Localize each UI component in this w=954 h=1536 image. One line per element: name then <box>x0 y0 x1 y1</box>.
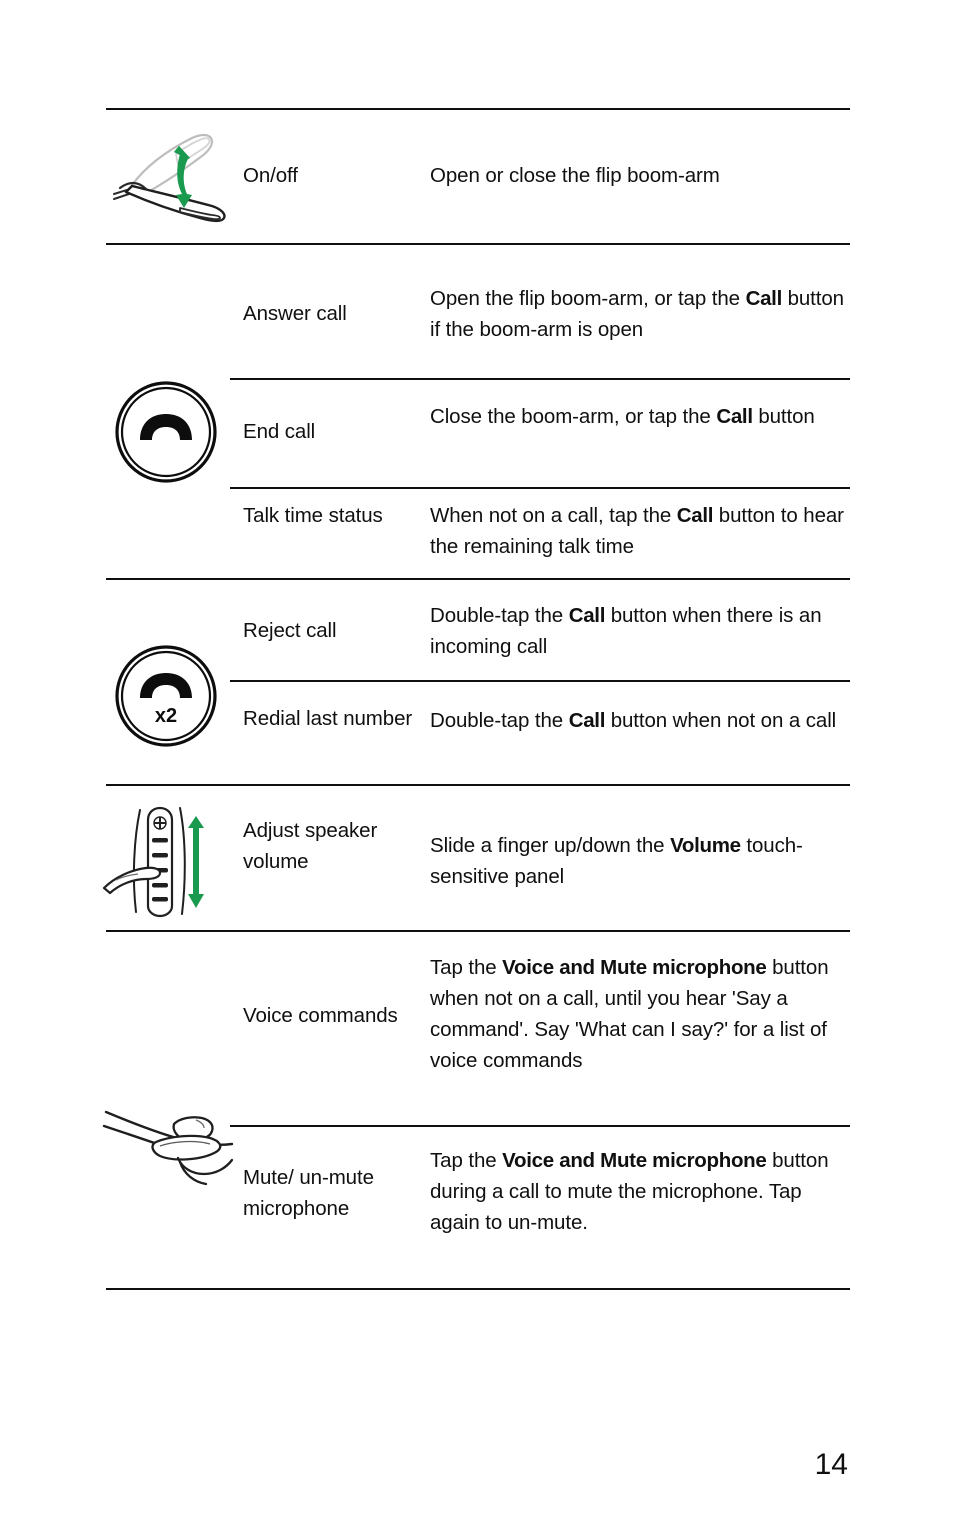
description-end-call: Close the boom-arm, or tap the Call butt… <box>430 401 855 432</box>
finger-tap-button-icon <box>98 1098 248 1208</box>
action-label-adjust-speaker-volume: Adjust speaker volume <box>243 819 378 873</box>
phone-handset-circle-icon <box>112 378 220 486</box>
description-emphasis-call: Call <box>568 709 606 732</box>
double-tap-badge-label: x2 <box>155 705 177 727</box>
description-emphasis-call: Call <box>568 604 606 627</box>
description-text-part: Double-tap the <box>430 604 569 627</box>
description-emphasis-voice-mute: Voice and Mute microphone <box>502 956 767 979</box>
finger-slide-volume-panel-icon <box>100 798 230 920</box>
action-label-on-off: On/off <box>243 164 298 187</box>
description-voice-commands: Tap the Voice and Mute microphone button… <box>430 952 830 1076</box>
action-label-end-call: End call <box>243 420 316 443</box>
description-emphasis-call: Call <box>676 504 714 527</box>
description-redial-last-number: Double-tap the Call button when not on a… <box>430 705 870 736</box>
divider-group-redial <box>106 784 850 786</box>
description-text-part: button when not on a call <box>605 709 837 732</box>
description-talk-time-status: When not on a call, tap the Call button … <box>430 500 870 562</box>
divider-row-answer-call <box>230 378 850 380</box>
divider-row-end-call <box>230 487 850 489</box>
divider-group-bottom <box>106 1288 850 1290</box>
divider-group-callgroup <box>106 578 850 580</box>
description-text-part: Tap the <box>430 956 503 979</box>
action-label-line: Mute/ un-mute microphone <box>243 1166 374 1220</box>
description-emphasis-call: Call <box>745 287 783 310</box>
action-label-reject-call: Reject call <box>243 619 337 642</box>
description-adjust-speaker-volume: Slide a finger up/down the Volume touch-… <box>430 830 870 892</box>
description-emphasis-volume: Volume <box>670 834 741 857</box>
divider-row-voice-cmds <box>230 1125 850 1127</box>
description-mute-unmute-microphone: Tap the Voice and Mute microphone button… <box>430 1145 845 1238</box>
description-text: Open or close the flip boom-arm <box>430 164 720 187</box>
description-text-part: button <box>752 405 815 428</box>
description-text-part: Close the boom-arm, or tap the <box>430 405 717 428</box>
description-answer-call: Open the flip boom-arm, or tap the Call … <box>430 283 855 345</box>
action-label-line: Voice commands <box>243 1004 398 1027</box>
divider-group-top <box>106 108 850 110</box>
description-text-part: Double-tap the <box>430 709 569 732</box>
action-label-redial-last-number: Redial last number <box>243 707 413 730</box>
phone-handset-double-tap-circle-icon: x2 <box>112 642 220 750</box>
description-text-part: Slide a finger up/down the <box>430 834 671 857</box>
divider-group-volume <box>106 930 850 932</box>
page-number: 14 <box>814 1448 848 1481</box>
action-label-mute-unmute-microphone: Mute/ un-mute microphone <box>243 1162 423 1224</box>
action-label-answer-call: Answer call <box>243 302 347 325</box>
description-on-off: Open or close the flip boom-arm <box>430 160 870 191</box>
manual-page: x2 On/off Open or close the flip boom-ar… <box>0 0 954 1536</box>
divider-row-reject-call <box>230 680 850 682</box>
headset-flip-boom-arm-icon <box>104 128 234 233</box>
description-reject-call: Double-tap the Call button when there is… <box>430 600 870 662</box>
description-emphasis-call: Call <box>716 405 753 428</box>
description-text-part: When not on a call, tap the <box>430 504 677 527</box>
action-label-voice-commands: Voice commands <box>243 1000 423 1031</box>
divider-group-onoff <box>106 243 850 245</box>
action-label-talk-time-status: Talk time status <box>243 504 383 527</box>
description-emphasis-voice-mute: Voice and Mute microphone <box>502 1149 767 1172</box>
description-text-part: Tap the <box>430 1149 503 1172</box>
description-text-part: Open the flip boom-arm, or tap the <box>430 287 746 310</box>
